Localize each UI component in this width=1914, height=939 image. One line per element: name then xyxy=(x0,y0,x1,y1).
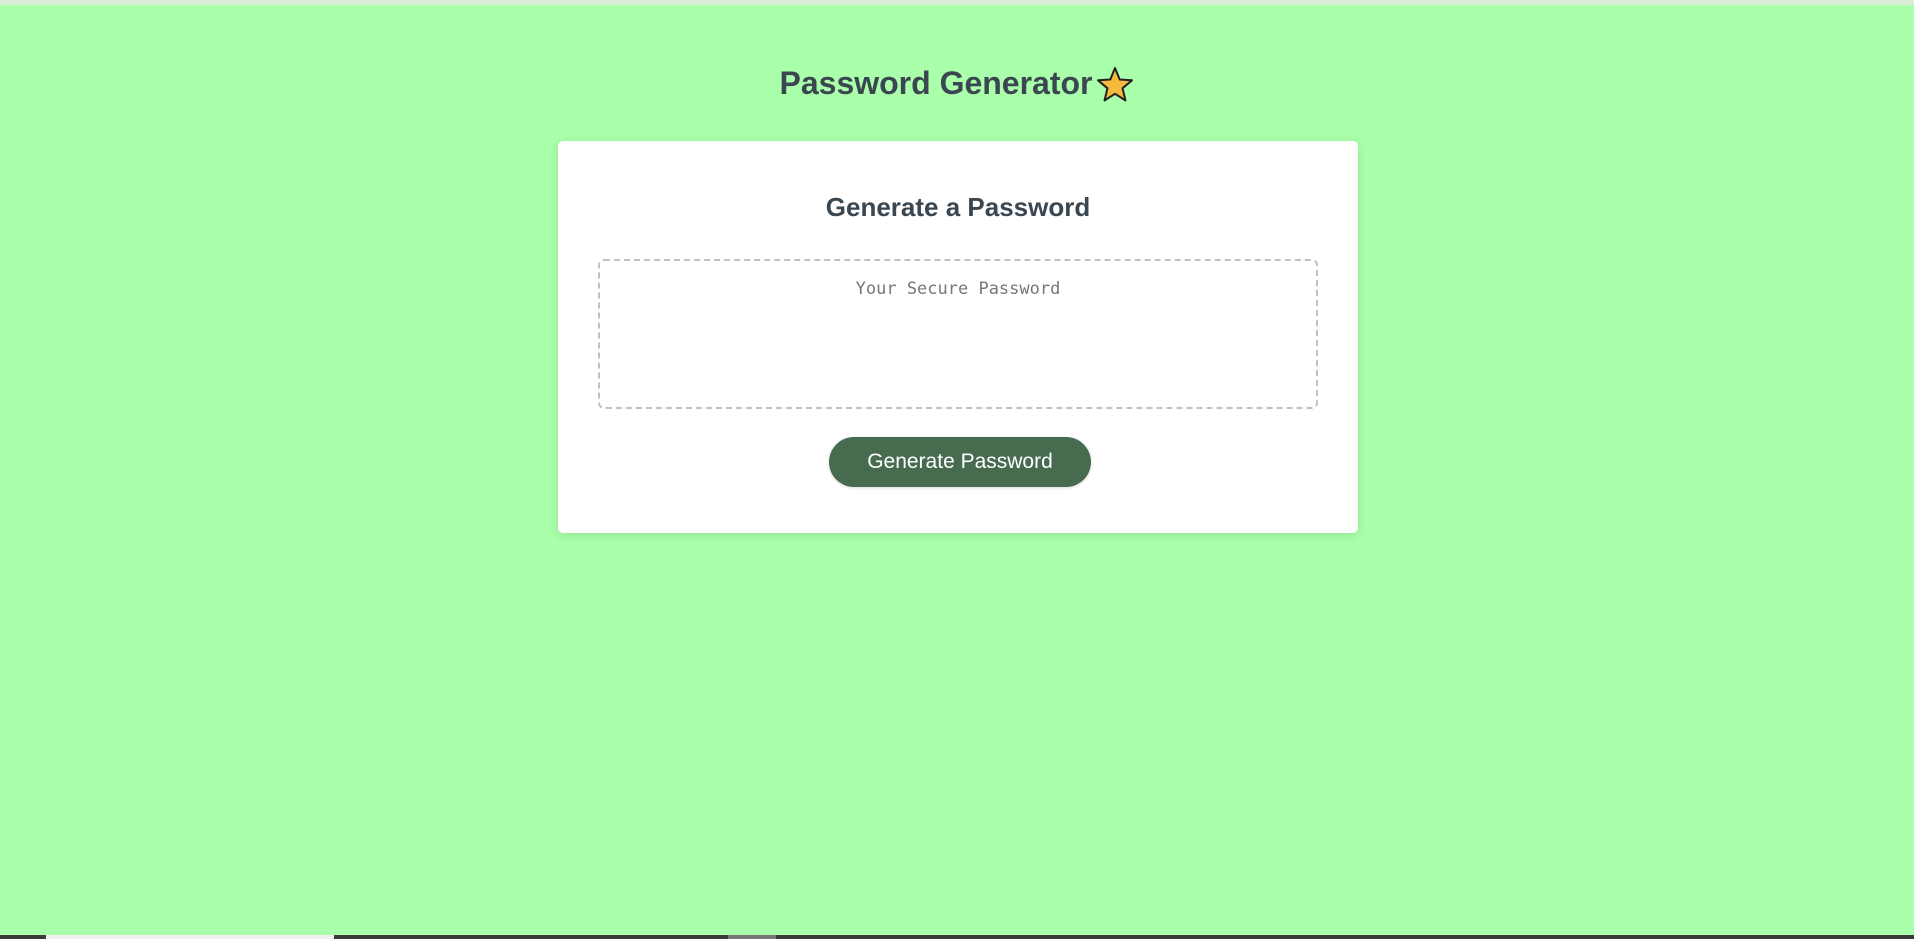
browser-top-edge xyxy=(0,0,1914,5)
taskbar xyxy=(0,935,1914,939)
star-icon xyxy=(1095,65,1135,105)
taskbar-item[interactable] xyxy=(728,935,776,939)
card-heading: Generate a Password xyxy=(825,192,1091,222)
password-card: Generate a Password Generate Password xyxy=(558,141,1358,533)
page-title: Password Generator xyxy=(779,64,1093,101)
generate-password-button[interactable]: Generate Password xyxy=(829,437,1091,487)
taskbar-active-item[interactable] xyxy=(46,935,334,939)
page-header: Password Generator xyxy=(0,56,1914,104)
password-display-box xyxy=(598,259,1318,409)
password-output-field[interactable] xyxy=(600,261,1316,407)
